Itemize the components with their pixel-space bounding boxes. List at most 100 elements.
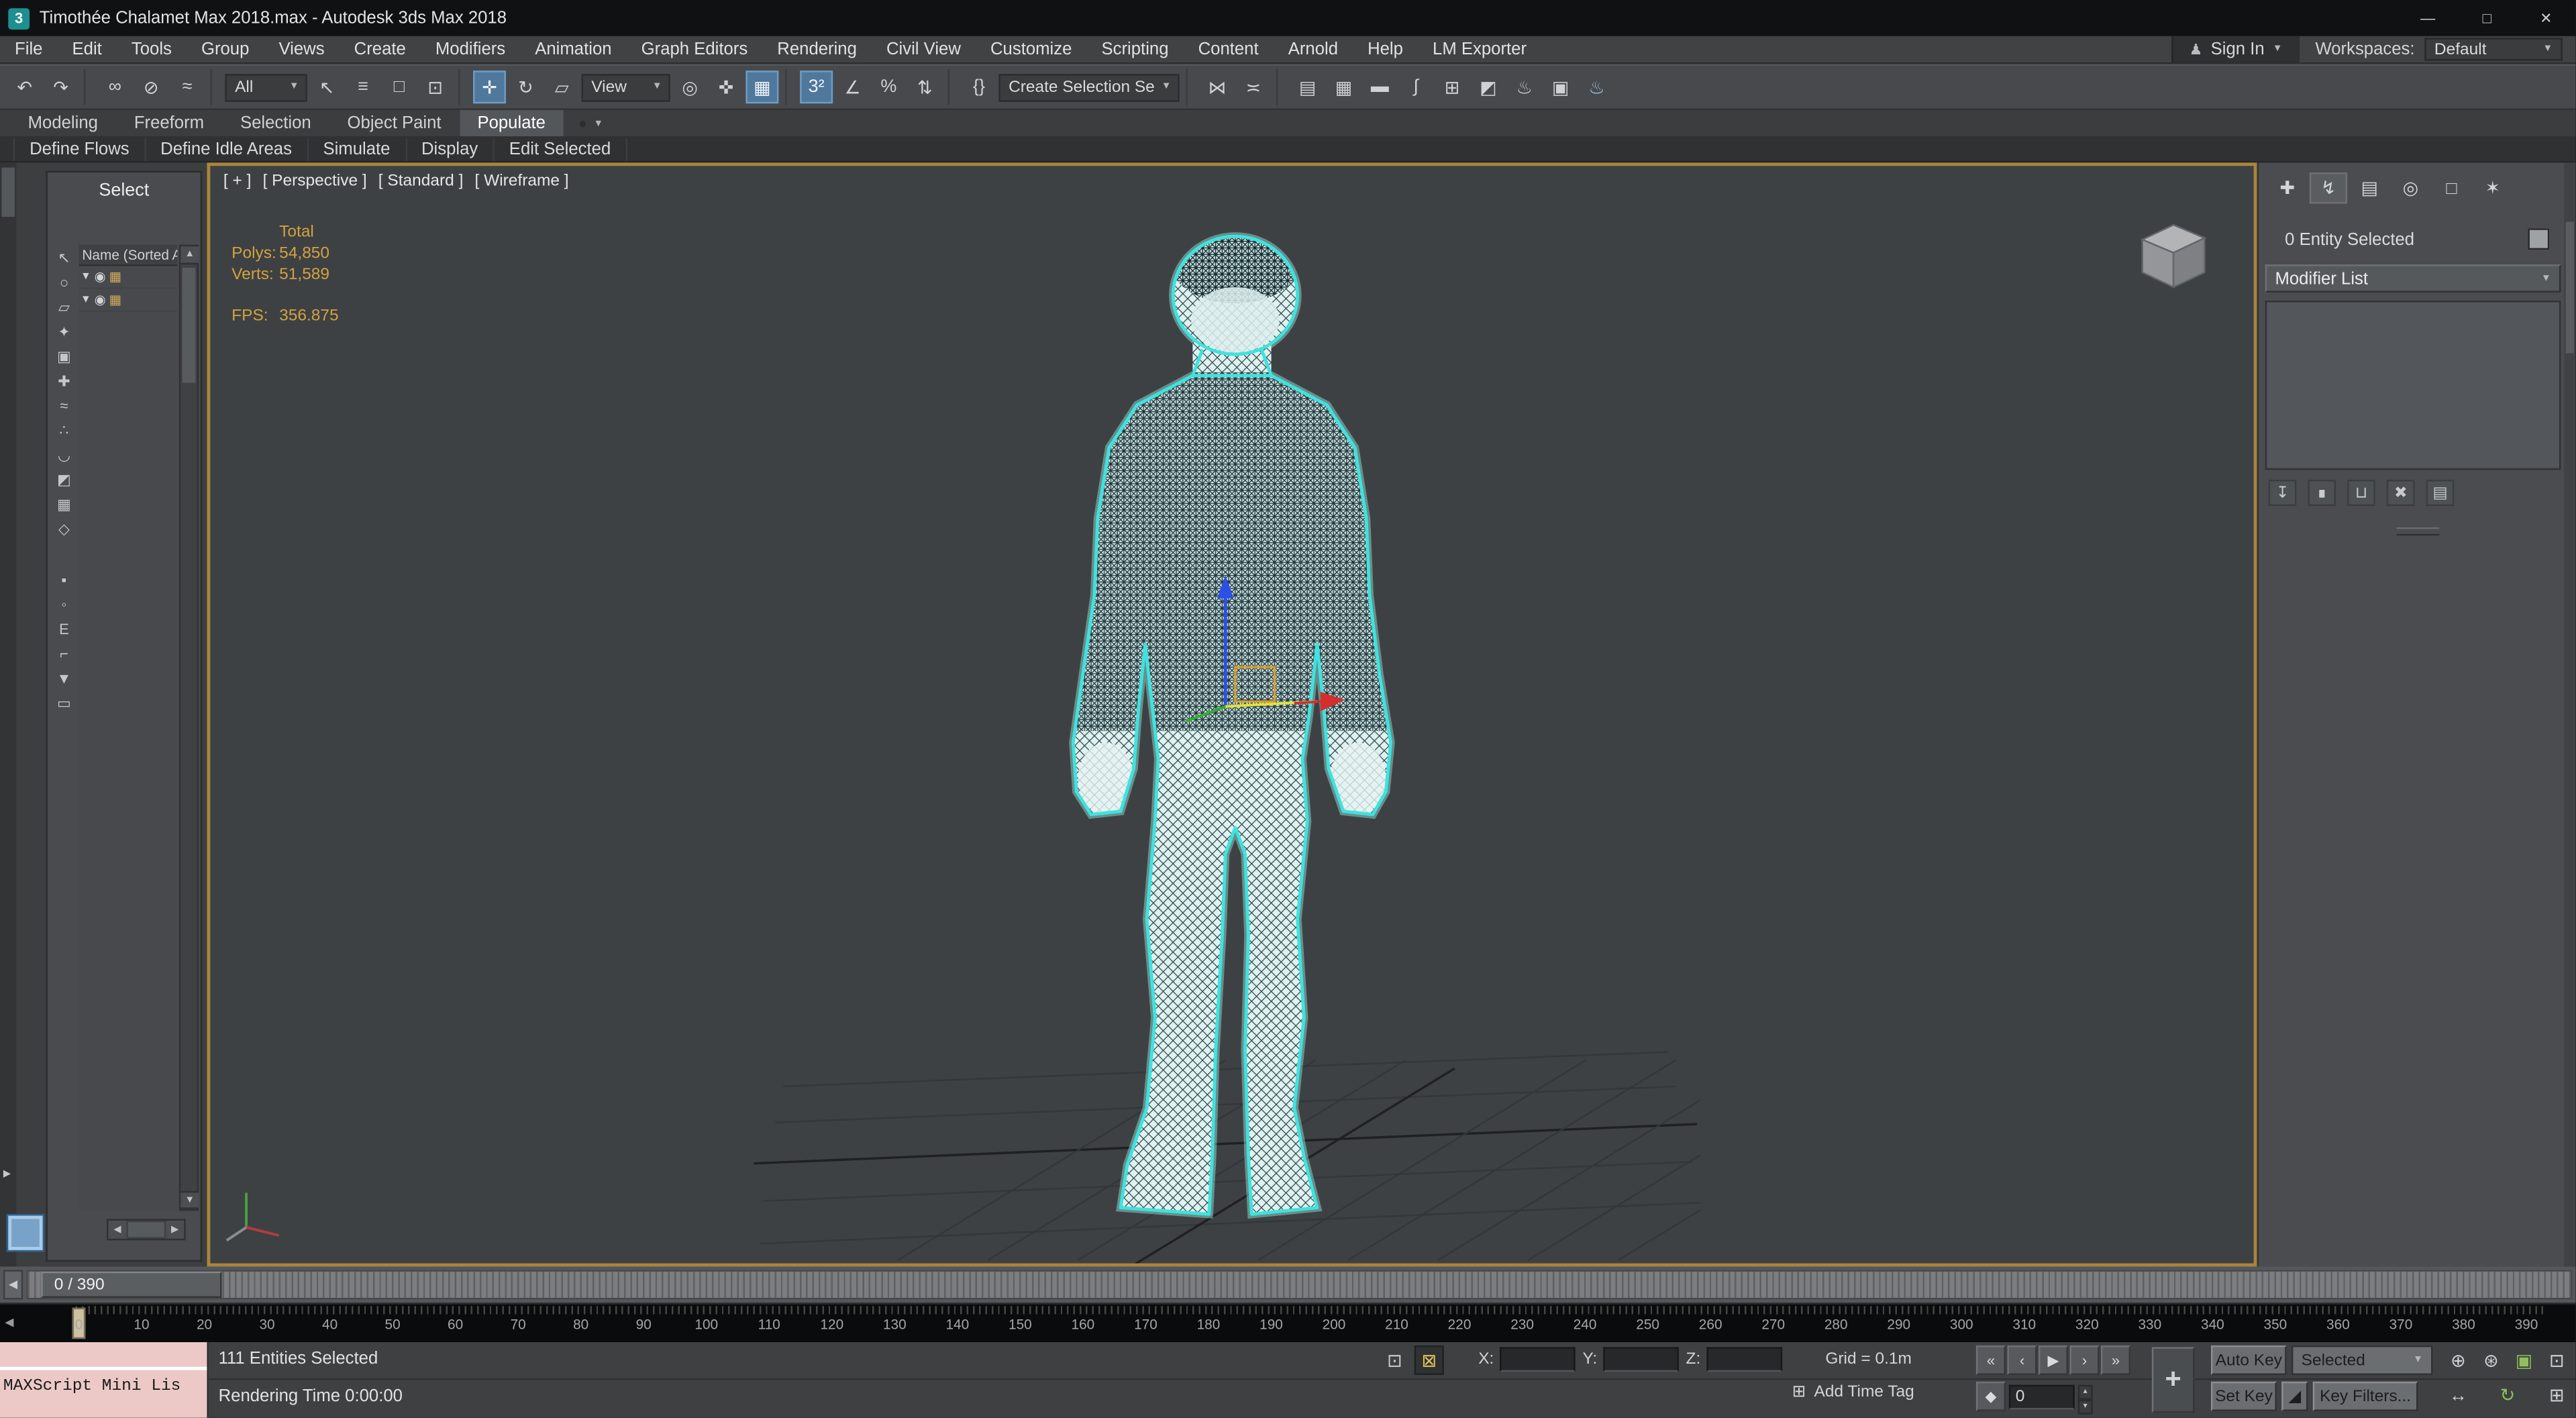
display-shapes-icon[interactable]: ▱ — [52, 296, 75, 319]
select-and-manipulate-button[interactable]: ✜ — [710, 70, 743, 103]
ruler-frame-label[interactable]: 390 — [2515, 1316, 2538, 1332]
workspace-dropdown[interactable]: Default ▼ — [2424, 38, 2563, 61]
bind-to-space-warp-button[interactable]: ≈ — [171, 70, 204, 103]
display-groups-icon[interactable]: ▦ — [52, 493, 75, 515]
previous-frame-button[interactable]: ‹ — [2007, 1345, 2037, 1375]
ruler-frame-label[interactable]: 40 — [322, 1316, 338, 1332]
ruler-frame-label[interactable]: 360 — [2326, 1316, 2350, 1332]
window-crossing-toggle[interactable]: ⊡ — [419, 70, 452, 103]
scrollbar-thumb[interactable] — [127, 1222, 164, 1237]
viewport-pov-menu[interactable]: [ Perspective ] — [263, 172, 367, 191]
ruler-frame-label[interactable]: 30 — [259, 1316, 274, 1332]
ribbon-minimize-icon[interactable]: ▾ — [595, 117, 601, 130]
track-bar-left-arrow[interactable]: ◀ — [5, 1316, 13, 1329]
ribbon-tab-freeform[interactable]: Freeform — [116, 110, 222, 136]
viewport-general-menu[interactable]: [ + ] — [223, 172, 252, 191]
use-pivot-center-button[interactable]: ◎ — [674, 70, 707, 103]
key-tangents-button[interactable]: ◢ — [2281, 1381, 2308, 1411]
panel-scrollbar[interactable] — [2564, 162, 2576, 1267]
go-to-end-button[interactable]: » — [2100, 1345, 2131, 1375]
reference-coordinate-dropdown[interactable]: View ▼ — [581, 72, 670, 101]
selection-filter-dropdown[interactable]: All ▼ — [225, 72, 307, 101]
menu-item-animation[interactable]: Animation — [520, 36, 626, 62]
horizontal-scrollbar[interactable]: ◀ ▶ — [107, 1219, 186, 1241]
letter-e-panel-icon[interactable]: E — [52, 617, 75, 640]
menu-item-rendering[interactable]: Rendering — [762, 36, 872, 62]
ruler-frame-label[interactable]: 80 — [573, 1316, 588, 1332]
dock-tab[interactable] — [1, 167, 15, 217]
wireframe-character[interactable] — [996, 215, 1472, 1230]
ruler-frame-label[interactable]: 280 — [1824, 1316, 1848, 1332]
spinner-snap-toggle[interactable]: ⇅ — [909, 70, 941, 103]
ribbon-tab-selection[interactable]: Selection — [222, 110, 329, 136]
menu-item-help[interactable]: Help — [1353, 36, 1418, 62]
time-slider-handle[interactable]: 0 / 390 — [41, 1271, 222, 1298]
render-setup-button[interactable]: ♨ — [1508, 70, 1541, 103]
scroll-up-icon[interactable]: ▲ — [181, 246, 199, 265]
name-column-header[interactable]: Name (Sorted A — [79, 244, 178, 266]
ribbon-tool-edit-selected[interactable]: Edit Selected — [495, 137, 627, 160]
set-keys-button[interactable]: + — [2151, 1347, 2195, 1413]
containers-icon[interactable]: ▭ — [52, 692, 75, 715]
toggle-ribbon-button[interactable]: ▬ — [1363, 70, 1396, 103]
ribbon-tool-display[interactable]: Display — [407, 137, 495, 160]
rendered-frame-window-button[interactable]: ▣ — [1544, 70, 1577, 103]
ruler-frame-label[interactable]: 60 — [448, 1316, 463, 1332]
minimize-button[interactable]: — — [2398, 0, 2457, 36]
ruler-frame-label[interactable]: 150 — [1009, 1316, 1032, 1332]
ruler-frame-label[interactable]: 140 — [945, 1316, 969, 1332]
ruler-frame-label[interactable]: 240 — [1574, 1316, 1597, 1332]
visibility-eye-icon[interactable]: ◉ — [95, 269, 106, 284]
render-production-button[interactable]: ♨ — [1580, 70, 1613, 103]
go-to-start-button[interactable]: « — [1975, 1345, 2006, 1375]
selection-set-icon[interactable]: ⌐ — [52, 642, 75, 665]
filter-icon[interactable]: ▼ — [52, 667, 75, 690]
display-tab[interactable]: □ — [2432, 172, 2470, 204]
ruler-frame-label[interactable]: 90 — [636, 1316, 652, 1332]
ruler-frame-label[interactable]: 230 — [1510, 1316, 1534, 1332]
scrollbar-thumb[interactable] — [182, 268, 196, 383]
visibility-eye-icon[interactable]: ◉ — [95, 293, 106, 307]
selection-lock-toggle[interactable]: ⊠ — [1414, 1345, 1444, 1375]
configure-modifier-sets-button[interactable]: ▤ — [2426, 479, 2455, 506]
ruler-frame-label[interactable]: 130 — [883, 1316, 907, 1332]
perspective-viewport[interactable]: [ + ] [ Perspective ] [ Standard ] [ Wirefr… — [207, 162, 2257, 1267]
ruler-frame-label[interactable]: 290 — [1887, 1316, 1910, 1332]
zoom-all-button[interactable]: ⊛ — [2475, 1346, 2507, 1377]
ruler-frame-label[interactable]: 210 — [1385, 1316, 1408, 1332]
ruler-frame-label[interactable]: 260 — [1699, 1316, 1722, 1332]
ruler-frame-label[interactable]: 10 — [134, 1316, 149, 1332]
ribbon-tab-object-paint[interactable]: Object Paint — [329, 110, 460, 136]
selection-region-button[interactable]: □ — [382, 70, 415, 103]
sign-in-menu[interactable]: ♟ Sign In ▼ — [2171, 36, 2299, 63]
remove-modifier-button[interactable]: ✖ — [2386, 479, 2415, 506]
scene-explorer-row[interactable]: ▼ ◉ ▦ — [79, 289, 178, 313]
motion-tab[interactable]: ◎ — [2391, 172, 2429, 204]
display-xrefs-icon[interactable]: ◇ — [52, 517, 75, 540]
ruler-frame-label[interactable]: 300 — [1950, 1316, 1973, 1332]
display-cameras-icon[interactable]: ▣ — [52, 345, 75, 368]
time-slider-left-arrow[interactable]: ◀ — [3, 1270, 23, 1300]
display-helpers-icon[interactable]: ✚ — [52, 370, 75, 393]
ruler-frame-label[interactable]: 110 — [758, 1316, 780, 1332]
modifier-stack[interactable] — [2265, 300, 2561, 470]
vertical-scrollbar[interactable]: ▲ ▼ — [178, 244, 199, 1211]
select-and-move-button[interactable]: ✛ — [473, 70, 506, 104]
ribbon-tab-populate[interactable]: Populate — [459, 110, 564, 137]
scroll-down-icon[interactable]: ▼ — [181, 1191, 199, 1209]
modify-tab[interactable]: ↯ — [2309, 172, 2348, 204]
scrollbar-thumb[interactable] — [2565, 221, 2575, 354]
undo-button[interactable]: ↶ — [8, 70, 41, 103]
display-materials-icon[interactable]: ◩ — [52, 468, 75, 491]
percent-snap-toggle[interactable]: % — [872, 70, 905, 103]
snaps-toggle[interactable]: 3² — [800, 70, 833, 104]
menu-item-civil-view[interactable]: Civil View — [872, 36, 976, 62]
view-cube[interactable] — [2140, 223, 2207, 289]
schematic-view-button[interactable]: ⊞ — [1436, 70, 1469, 103]
menu-item-lm-exporter[interactable]: LM Exporter — [1418, 36, 1541, 62]
select-and-link-button[interactable]: ∞ — [99, 70, 132, 103]
mirror-button[interactable]: ⋈ — [1200, 70, 1233, 103]
display-hidden-icon[interactable]: ◦ — [52, 593, 75, 616]
scroll-right-icon[interactable]: ▶ — [166, 1220, 185, 1239]
display-bones-icon[interactable]: ◡ — [52, 444, 75, 466]
